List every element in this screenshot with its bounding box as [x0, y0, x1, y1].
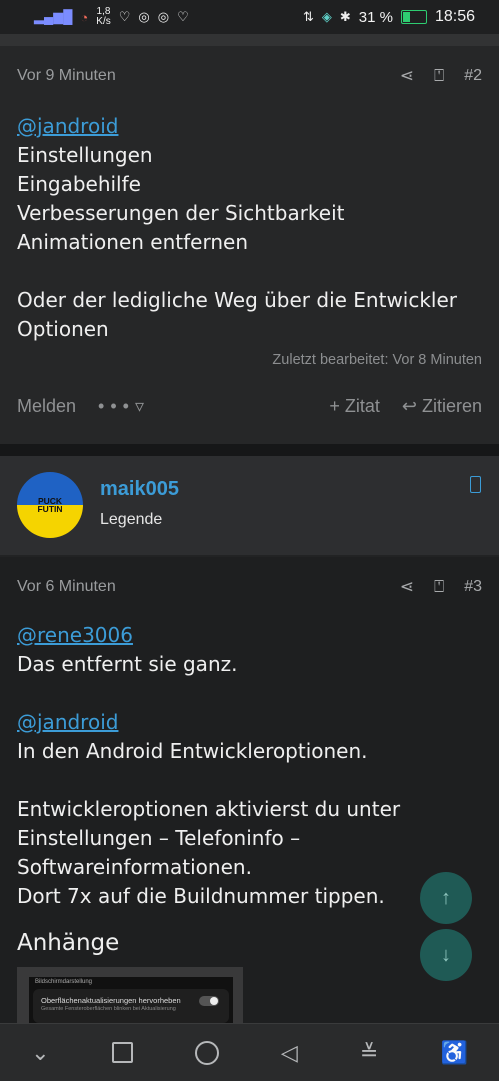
thumb-setting-sub: Gesamte Fensteroberflächen blinken bei A… [41, 1006, 176, 1012]
top-divider [0, 34, 499, 46]
avatar[interactable]: PUCK FUTIN [17, 472, 83, 538]
user-role: Legende [100, 511, 163, 528]
thumb-setting: Oberflächenaktualisierungen hervorheben [41, 996, 181, 1005]
body-line: Verbesserungen der Sichtbarkeit [17, 201, 345, 225]
home-icon[interactable] [194, 1040, 219, 1065]
post-body: @rene3006 Das entfernt sie ganz. @jandro… [17, 621, 482, 911]
post-time: Vor 6 Minuten [17, 578, 116, 595]
scroll-up-button[interactable]: ↑ [420, 872, 472, 924]
chevron-down-icon[interactable]: ⌄ [31, 1040, 49, 1066]
clock: 18:56 [434, 8, 475, 25]
post-separator [0, 444, 499, 456]
post-meta: Vor 9 Minuten ⋖ ⍞ #2 [17, 66, 482, 86]
username-link[interactable]: maik005 [100, 478, 179, 501]
recents-icon[interactable] [111, 1042, 133, 1063]
bluetooth-icon: ✱ [339, 9, 351, 24]
body-line: Eingabehilfe [17, 172, 141, 196]
back-icon[interactable]: ◁ [281, 1040, 298, 1066]
body-line: Animationen entfernen [17, 230, 248, 254]
arrow-down-icon: ↓ [441, 943, 451, 966]
thumb-title: Bildschirmdarstellung [35, 979, 93, 985]
vibrate-icon: ◈ [321, 9, 332, 24]
body-line: Optionen [17, 317, 109, 341]
body-line: Einstellungen [17, 143, 153, 167]
mention-link[interactable]: @jandroid [17, 710, 118, 734]
scroll-down-button[interactable]: ↓ [420, 929, 472, 981]
body-line: Oder der ledigliche Weg über die Entwick… [17, 288, 458, 312]
body-line: Softwareinformationen. [17, 855, 252, 879]
post-number[interactable]: #3 [464, 578, 482, 596]
post-number[interactable]: #2 [464, 67, 482, 85]
post-actions: Melden •••▿ + Zitat ↩ Zitieren [17, 396, 482, 417]
battery-icon [400, 10, 427, 24]
body-line: In den Android Entwickleroptionen. [17, 739, 368, 763]
health-icon: ♡ [177, 9, 189, 24]
reply-icon: ↩ [401, 396, 422, 416]
arrow-up-icon: ↑ [441, 886, 451, 909]
more-options-icon[interactable]: •••▿ [98, 396, 150, 417]
network-speed: 1,8 K/s [96, 6, 111, 27]
attachment-thumbnail[interactable]: Bildschirmdarstellung Oberflächenaktuali… [17, 967, 243, 1023]
chrome-icon: ◎ [157, 9, 170, 24]
share-icon[interactable]: ⋖ [400, 66, 414, 86]
edited-note: Zuletzt bearbeitet: Vor 8 Minuten [272, 352, 482, 368]
post-meta: Vor 6 Minuten ⋖ ⍞ #3 [17, 577, 482, 597]
post-body: @jandroid Einstellungen Eingabehilfe Ver… [17, 112, 482, 344]
bookmark-icon[interactable]: ⍞ [434, 577, 444, 597]
menu-icon[interactable]: ≚ [360, 1040, 378, 1066]
chrome-icon: ◎ [138, 9, 150, 24]
accessibility-icon[interactable]: ♿ [440, 1040, 467, 1066]
quote-add-button[interactable]: + Zitat [329, 396, 380, 417]
reply-button[interactable]: ↩ Zitieren [402, 396, 482, 417]
system-nav-bar: ⌄ ◁ ≚ ♿ [0, 1023, 499, 1081]
body-line: Entwickleroptionen aktivierst du unter [17, 797, 401, 821]
wifi-icon: ◔ [80, 9, 89, 25]
attachments-heading: Anhänge [17, 930, 120, 956]
body-line: Das entfernt sie ganz. [17, 652, 238, 676]
status-bar: ▂▄▆█ ◔ 1,8 K/s ♡ ◎ ◎ ♡ ⇅ ◈ ✱ 31 % 18:56 [0, 0, 499, 34]
heart-icon: ♡ [118, 9, 131, 24]
signal-icon: ▂▄▆█ [34, 9, 73, 24]
toggle-icon [199, 996, 219, 1006]
post-2: Vor 9 Minuten ⋖ ⍞ #2 @jandroid Einstellu… [0, 46, 499, 444]
user-card: PUCK FUTIN maik005 Legende [0, 456, 499, 555]
report-button[interactable]: Melden [17, 396, 76, 417]
mobile-device-icon [470, 476, 481, 493]
data-icon: ⇅ [302, 9, 314, 24]
mention-link[interactable]: @rene3006 [17, 623, 133, 647]
share-icon[interactable]: ⋖ [400, 577, 414, 597]
body-line: Dort 7x auf die Buildnummer tippen. [17, 884, 385, 908]
mention-link[interactable]: @jandroid [17, 114, 118, 138]
post-time: Vor 9 Minuten [17, 67, 116, 84]
battery-percent: 31 % [358, 8, 393, 26]
bookmark-icon[interactable]: ⍞ [434, 66, 444, 86]
body-line: Einstellungen – Telefoninfo – [17, 826, 301, 850]
